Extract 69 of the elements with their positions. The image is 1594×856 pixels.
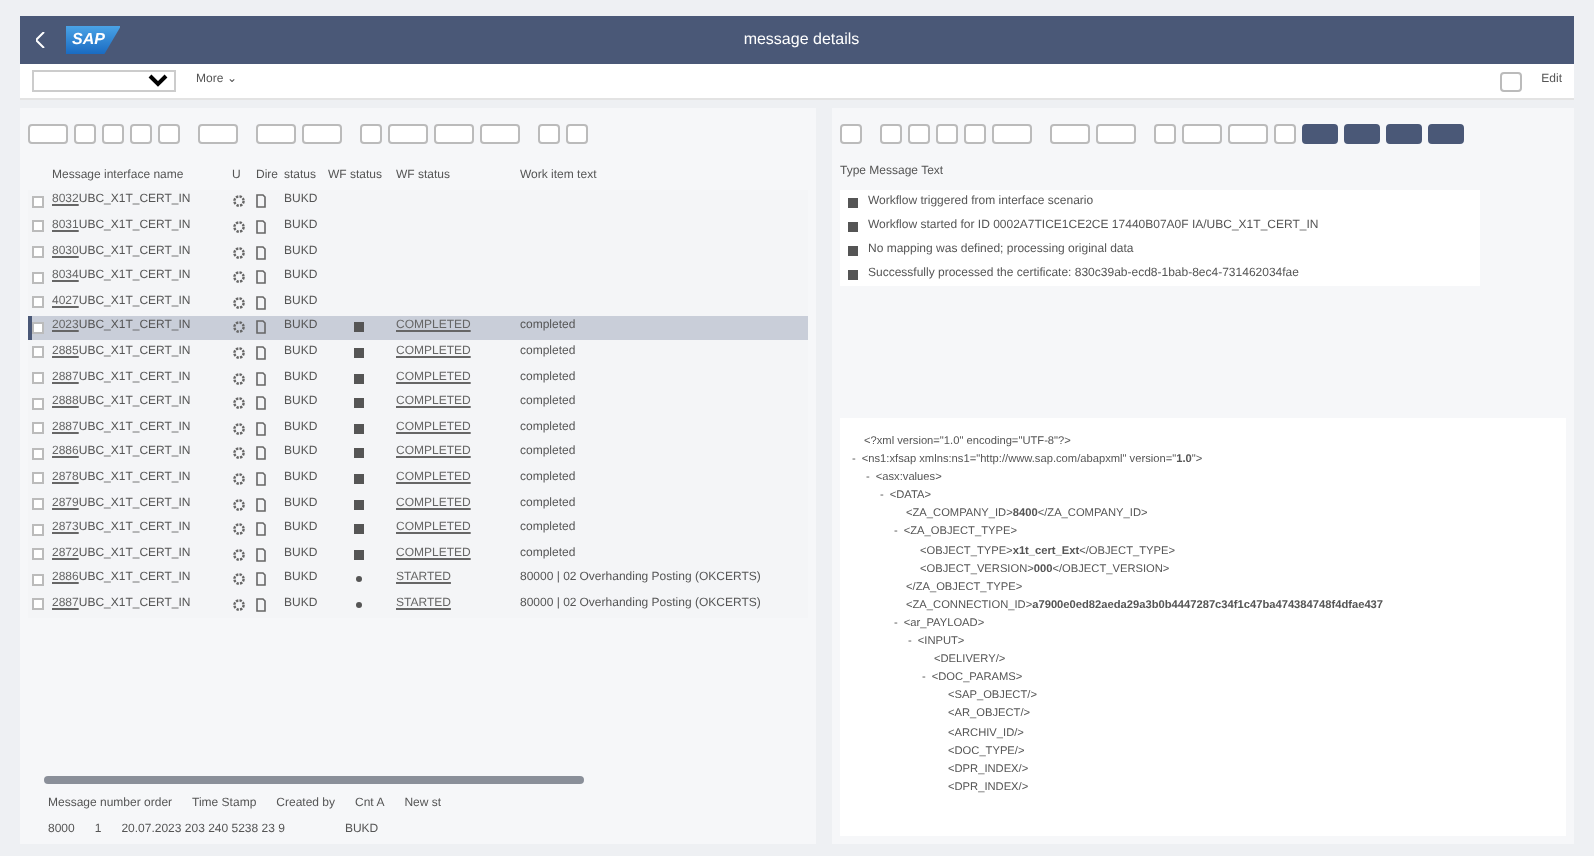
status-square-icon (353, 398, 363, 409)
status-square-icon (353, 347, 363, 358)
toolbar-button[interactable] (74, 124, 96, 144)
status-square-icon (353, 373, 363, 384)
logo: SAP (66, 26, 121, 54)
status-square-icon (353, 322, 363, 333)
row-checkbox[interactable] (32, 296, 44, 309)
row-checkbox[interactable] (32, 548, 44, 561)
status-dot-icon (355, 576, 361, 583)
message-type-icon (848, 245, 858, 255)
toolbar-button[interactable] (388, 124, 428, 144)
back-icon[interactable] (36, 32, 46, 48)
row-checkbox[interactable] (32, 523, 44, 536)
horizontal-scrollbar[interactable] (44, 776, 584, 784)
row-checkbox[interactable] (32, 447, 44, 460)
toolbar-button[interactable] (1050, 124, 1090, 144)
row-checkbox[interactable] (32, 422, 44, 435)
toolbar-button[interactable] (840, 124, 862, 144)
toolbar-button[interactable] (302, 124, 342, 144)
toolbar-button[interactable] (256, 124, 296, 144)
toolbar-button[interactable] (908, 124, 930, 144)
status-square-icon (353, 524, 363, 535)
row-checkbox[interactable] (32, 472, 44, 485)
toolbar-button[interactable] (1228, 124, 1268, 144)
settings-button[interactable] (1499, 71, 1522, 91)
toolbar-button[interactable] (1302, 124, 1338, 144)
toolbar-button[interactable] (538, 124, 560, 144)
row-checkbox[interactable] (32, 346, 44, 359)
toolbar-button[interactable] (28, 124, 68, 144)
row-checkbox[interactable] (32, 321, 44, 334)
variant-dropdown[interactable] (32, 70, 176, 92)
toolbar-button[interactable] (1154, 124, 1176, 144)
toolbar-button[interactable] (880, 124, 902, 144)
row-checkbox[interactable] (32, 372, 44, 385)
toolbar-button[interactable] (1096, 124, 1136, 144)
toolbar-button[interactable] (566, 124, 588, 144)
message-type-icon (848, 221, 858, 231)
status-square-icon (353, 423, 363, 434)
row-checkbox[interactable] (32, 246, 44, 259)
row-checkbox[interactable] (32, 220, 44, 233)
toolbar-button[interactable] (480, 124, 520, 144)
toolbar-button[interactable] (992, 124, 1032, 144)
row-checkbox[interactable] (32, 573, 44, 586)
row-checkbox[interactable] (32, 271, 44, 284)
toolbar-button[interactable] (1428, 124, 1464, 144)
toolbar-button[interactable] (130, 124, 152, 144)
toolbar-button[interactable] (1274, 124, 1296, 144)
toolbar-button[interactable] (102, 124, 124, 144)
toolbar-button[interactable] (158, 124, 180, 144)
page-title: message details (741, 28, 862, 52)
row-checkbox[interactable] (32, 498, 44, 511)
status-square-icon (353, 499, 363, 510)
status-square-icon (353, 448, 363, 459)
row-checkbox[interactable] (32, 397, 44, 410)
status-square-icon (353, 549, 363, 560)
message-type-icon (848, 197, 858, 207)
toolbar-button[interactable] (1182, 124, 1222, 144)
row-checkbox[interactable] (32, 598, 44, 611)
row-checkbox[interactable] (32, 195, 44, 208)
toolbar-button[interactable] (1344, 124, 1380, 144)
status-dot-icon (355, 601, 361, 608)
toolbar-button[interactable] (198, 124, 238, 144)
toolbar-button[interactable] (360, 124, 382, 144)
toolbar-button[interactable] (936, 124, 958, 144)
status-square-icon (353, 473, 363, 484)
toolbar-button[interactable] (964, 124, 986, 144)
toolbar-button[interactable] (1386, 124, 1422, 144)
message-type-icon (848, 269, 858, 279)
toolbar-button[interactable] (434, 124, 474, 144)
